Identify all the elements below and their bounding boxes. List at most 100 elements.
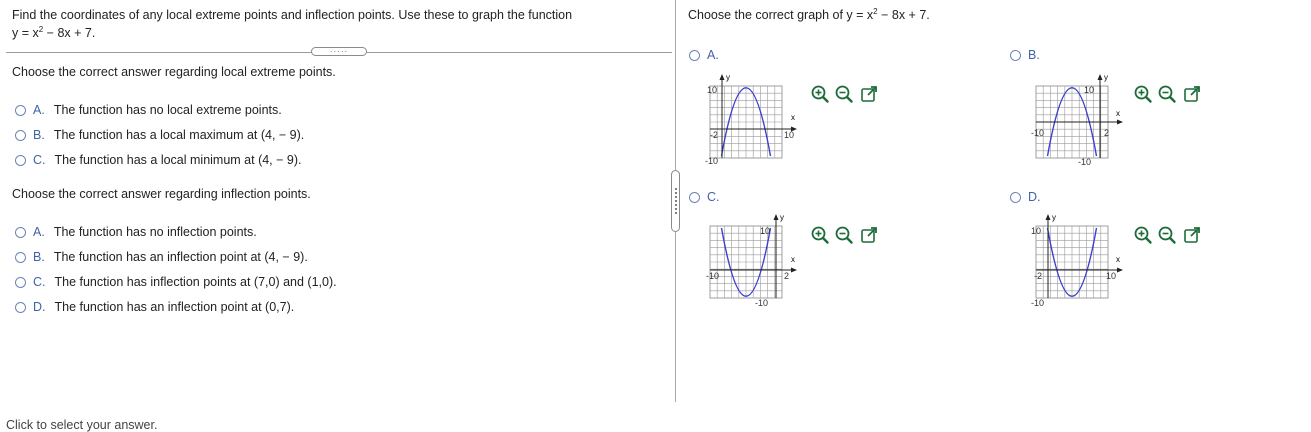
option-inflection-d[interactable]: D. The function has an inflection point …: [15, 298, 294, 316]
prompt-line-1: Find the coordinates of any local extrem…: [12, 8, 573, 22]
option-extreme-a[interactable]: A. The function has no local extreme poi…: [15, 101, 282, 119]
graph-c-controls: [810, 211, 879, 250]
y-axis-arrow: [719, 74, 725, 80]
external-link-icon[interactable]: [859, 84, 879, 104]
external-link-icon[interactable]: [1182, 225, 1202, 245]
radio-button[interactable]: [15, 104, 26, 116]
graph-option-d[interactable]: D.: [1010, 190, 1041, 204]
external-link-icon[interactable]: [1182, 84, 1202, 104]
prompt-equation-rest: − 8x + 7.: [43, 26, 96, 40]
expand-button[interactable]: ·····: [311, 47, 367, 56]
y-axis-arrow: [773, 214, 779, 220]
zoom-in-icon[interactable]: [810, 84, 830, 104]
y-axis-label: y: [726, 73, 730, 82]
graph-option-c[interactable]: C.: [689, 190, 720, 204]
option-text: The function has no local extreme points…: [53, 103, 282, 117]
tick-label: -10: [755, 298, 768, 308]
option-text: The function has an inflection point at …: [54, 300, 295, 314]
x-axis-label: x: [791, 255, 795, 264]
x-axis-label: x: [1116, 109, 1120, 118]
tick-label: -2: [710, 130, 718, 140]
y-axis-label: y: [1104, 73, 1108, 82]
option-inflection-b[interactable]: B. The function has an inflection point …: [15, 248, 308, 266]
tick-label: 10: [1084, 85, 1094, 95]
resize-handle[interactable]: [671, 170, 680, 232]
tick-label: 10: [784, 130, 794, 140]
graph-question-rest: − 8x + 7.: [877, 8, 930, 22]
option-text: The function has a local minimum at (4, …: [54, 153, 302, 167]
graph-grid: [1035, 225, 1109, 299]
graph-a-controls: [810, 70, 879, 109]
tick-label: -10: [1078, 157, 1091, 167]
tick-label: -2: [1034, 271, 1042, 281]
zoom-out-icon[interactable]: [834, 225, 854, 245]
radio-button[interactable]: [15, 276, 26, 288]
radio-button[interactable]: [15, 154, 26, 166]
y-axis-label: y: [780, 213, 784, 222]
option-text: The function has inflection points at (7…: [54, 275, 337, 289]
option-text: The function has a local maximum at (4, …: [53, 128, 305, 142]
graph-grid: [709, 225, 783, 299]
option-letter: D.: [1028, 190, 1041, 204]
zoom-in-icon[interactable]: [810, 225, 830, 245]
graph-c[interactable]: y x 10 -10 2 -10: [700, 212, 800, 308]
option-letter: A.: [707, 48, 719, 62]
option-letter: B.: [33, 128, 45, 142]
graph-question: Choose the correct graph of y = x2 − 8x …: [688, 8, 930, 23]
radio-button[interactable]: [689, 191, 700, 203]
tick-label: 10: [1106, 271, 1116, 281]
tick-label: 2: [1104, 128, 1109, 138]
option-extreme-c[interactable]: C. The function has a local minimum at (…: [15, 151, 302, 169]
radio-button[interactable]: [15, 251, 26, 263]
option-inflection-a[interactable]: A. The function has no inflection points…: [15, 223, 257, 241]
option-extreme-b[interactable]: B. The function has a local maximum at (…: [15, 126, 304, 144]
y-axis-arrow: [1045, 214, 1051, 220]
zoom-out-icon[interactable]: [1157, 225, 1177, 245]
tick-label: 2: [784, 271, 789, 281]
option-letter: C.: [33, 153, 46, 167]
graph-option-b[interactable]: B.: [1010, 48, 1040, 62]
prompt-line-2: y = x2 − 8x + 7.: [12, 24, 672, 42]
radio-button[interactable]: [15, 129, 26, 141]
x-axis-arrow: [1117, 119, 1123, 125]
tick-label: -10: [1031, 128, 1044, 138]
zoom-in-icon[interactable]: [1133, 225, 1153, 245]
x-axis-label: x: [1116, 255, 1120, 264]
y-axis-label: y: [1052, 213, 1056, 222]
option-text: The function has no inflection points.: [53, 225, 257, 239]
radio-button[interactable]: [689, 49, 700, 61]
option-letter: A.: [33, 103, 45, 117]
graph-grid: [709, 85, 783, 159]
option-inflection-c[interactable]: C. The function has inflection points at…: [15, 273, 337, 291]
graph-d[interactable]: y x 10 -2 10 -10: [1030, 212, 1130, 308]
question-prompt: Find the coordinates of any local extrem…: [12, 6, 672, 42]
graph-a[interactable]: y x 10 -2 10 -10: [700, 72, 800, 168]
x-axis-arrow: [1117, 267, 1123, 273]
radio-button[interactable]: [15, 301, 26, 313]
radio-button[interactable]: [1010, 191, 1021, 203]
graph-d-controls: [1133, 211, 1202, 250]
zoom-out-icon[interactable]: [1157, 84, 1177, 104]
x-axis-label: x: [791, 113, 795, 122]
graph-b-controls: [1133, 70, 1202, 109]
radio-button[interactable]: [15, 226, 26, 238]
option-letter: D.: [33, 300, 46, 314]
zoom-out-icon[interactable]: [834, 84, 854, 104]
y-axis-arrow: [1097, 74, 1103, 80]
tick-label: -10: [1031, 298, 1044, 308]
option-letter: B.: [33, 250, 45, 264]
tick-label: -10: [705, 156, 718, 166]
option-letter: A.: [33, 225, 45, 239]
x-axis-arrow: [791, 267, 797, 273]
radio-button[interactable]: [1010, 49, 1021, 61]
zoom-in-icon[interactable]: [1133, 84, 1153, 104]
prompt-equation: y = x: [12, 26, 39, 40]
tick-label: 10: [1031, 226, 1041, 236]
tick-label: 10: [707, 85, 717, 95]
graph-b[interactable]: y x 10 -10 2 -10: [1030, 72, 1130, 168]
external-link-icon[interactable]: [859, 225, 879, 245]
option-text: The function has an inflection point at …: [53, 250, 308, 264]
graph-option-a[interactable]: A.: [689, 48, 719, 62]
tick-label: -10: [706, 271, 719, 281]
option-letter: C.: [33, 275, 46, 289]
